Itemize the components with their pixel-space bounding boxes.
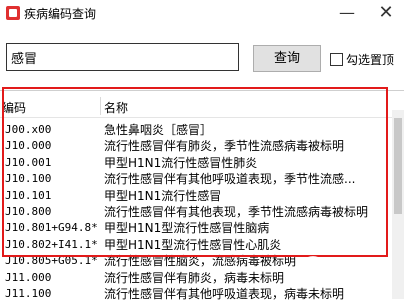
code-cell: J10.800 bbox=[5, 205, 52, 218]
pin-top-checkbox-group[interactable]: 勾选置顶 bbox=[330, 51, 394, 67]
list-header: 编码 名称 bbox=[0, 95, 404, 118]
code-cell: J11.000 bbox=[5, 270, 52, 284]
name-cell: 流行性感冒性脑炎，流感病毒被标明 bbox=[104, 254, 297, 269]
table-row[interactable]: J10.001 甲型H1N1流行性感冒性肺炎 bbox=[0, 155, 392, 171]
table-row[interactable]: J10.802+I41.1* 甲型H1N1型流行性感冒性心肌炎 bbox=[0, 237, 392, 253]
table-row[interactable]: J10.800 流行性感冒伴有其他表现，季节性流感病毒被标明 bbox=[0, 204, 392, 220]
name-cell: 甲型H1N1型流行性感冒性心肌炎 bbox=[104, 237, 282, 252]
title-bar: 疾病编码查询 — ✕ bbox=[0, 0, 404, 26]
column-header-name[interactable]: 名称 bbox=[104, 99, 128, 116]
table-row[interactable]: J10.100 流行性感冒伴有其他呼吸道表现，季节性流感... bbox=[0, 171, 392, 187]
table-row[interactable]: J11.000 流行性感冒伴有肺炎，病毒未标明 bbox=[0, 270, 392, 286]
column-header-code[interactable]: 编码 bbox=[2, 99, 26, 116]
name-cell: 流行性感冒伴有肺炎，病毒未标明 bbox=[104, 270, 285, 285]
code-cell: J00.x00 bbox=[5, 123, 52, 136]
code-cell: J10.802+I41.1* bbox=[5, 237, 98, 251]
table-row[interactable]: J10.101 甲型H1N1流行性感冒 bbox=[0, 188, 392, 204]
name-cell: 流行性感冒伴有肺炎，季节性流感病毒被标明 bbox=[104, 139, 345, 154]
name-cell: 急性鼻咽炎［感冒］ bbox=[104, 123, 213, 137]
code-cell: J10.000 bbox=[5, 139, 52, 153]
minimize-icon[interactable]: — bbox=[337, 3, 357, 23]
table-row[interactable]: J10.801+G94.8* 甲型H1N1型流行性感冒性脑病 bbox=[0, 220, 392, 236]
name-cell: 甲型H1N1流行性感冒 bbox=[104, 188, 222, 203]
code-cell: J11.100 bbox=[5, 287, 52, 300]
search-input[interactable] bbox=[6, 43, 239, 71]
app-icon bbox=[6, 6, 20, 20]
code-cell: J10.100 bbox=[5, 172, 52, 186]
window-title: 疾病编码查询 bbox=[24, 7, 97, 21]
name-cell: 流行性感冒伴有其他表现，季节性流感病毒被标明 bbox=[104, 205, 369, 219]
table-row[interactable]: J10.000 流行性感冒伴有肺炎，季节性流感病毒被标明 bbox=[0, 138, 392, 154]
code-cell: J10.001 bbox=[5, 155, 52, 169]
name-cell: 流行性感冒伴有其他呼吸道表现，季节性流感... bbox=[104, 172, 356, 187]
code-cell: J10.805+G05.1* bbox=[5, 254, 98, 268]
name-cell: 甲型H1N1流行性感冒性肺炎 bbox=[104, 155, 258, 170]
pin-top-label: 勾选置顶 bbox=[346, 52, 395, 67]
scrollbar-thumb[interactable] bbox=[394, 118, 402, 214]
vertical-scrollbar[interactable] bbox=[392, 110, 404, 299]
table-row[interactable]: J11.100 流行性感冒伴有其他呼吸道表现，病毒未标明 bbox=[0, 286, 392, 300]
results-list: 编码 名称 J00.x00 急性鼻咽炎［感冒］ J10.000 流行性感冒伴有肺炎，季… bbox=[0, 90, 404, 300]
table-row[interactable]: J00.x00 急性鼻咽炎［感冒］ bbox=[0, 122, 392, 138]
name-cell: 流行性感冒伴有其他呼吸道表现，病毒未标明 bbox=[104, 287, 345, 300]
query-button[interactable]: 查询 bbox=[253, 45, 321, 72]
code-cell: J10.801+G94.8* bbox=[5, 221, 98, 235]
table-row[interactable]: J10.805+G05.1* 流行性感冒性脑炎，流感病毒被标明 bbox=[0, 253, 392, 269]
pin-top-checkbox[interactable] bbox=[330, 52, 343, 66]
code-cell: J10.101 bbox=[5, 188, 52, 202]
close-icon[interactable]: ✕ bbox=[376, 3, 396, 23]
column-divider[interactable] bbox=[100, 97, 101, 115]
name-cell: 甲型H1N1型流行性感冒性脑病 bbox=[104, 221, 270, 236]
